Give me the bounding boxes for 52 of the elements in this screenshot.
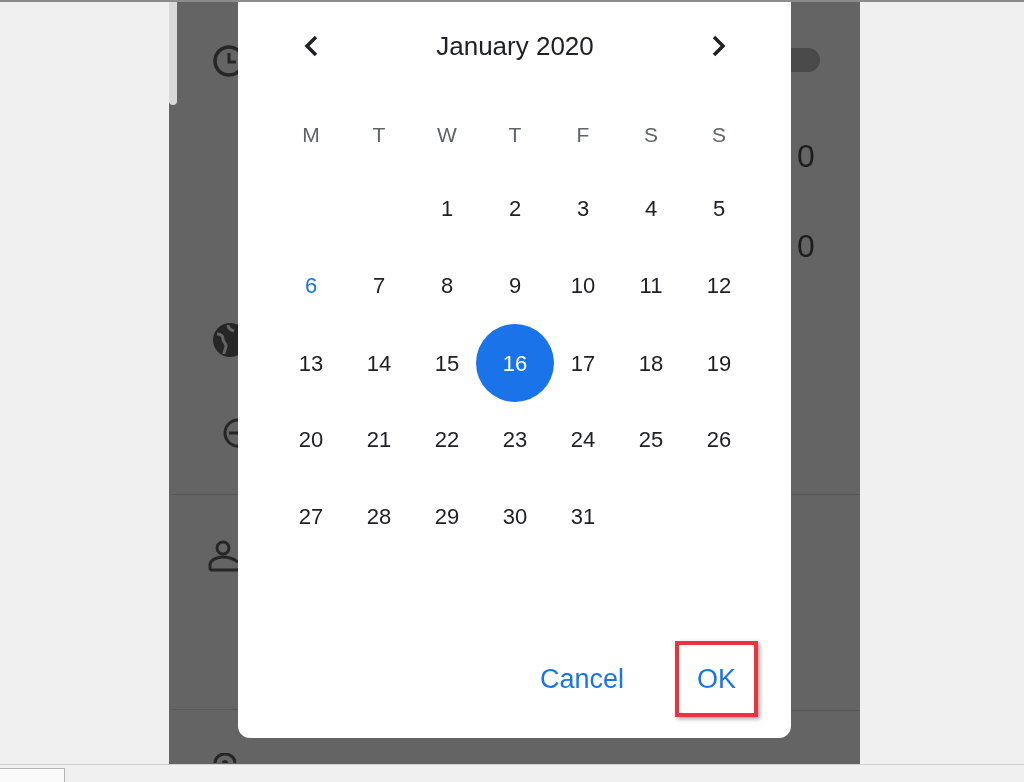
weekday-label: S [712, 122, 726, 149]
day-button[interactable]: 22 [419, 411, 475, 468]
day-button[interactable]: 27 [283, 488, 339, 545]
value-text: 0 [797, 140, 815, 172]
month-title: January 2020 [436, 30, 594, 61]
day-button[interactable]: 10 [555, 257, 611, 314]
day-button[interactable]: 26 [691, 411, 747, 468]
value-text: 0 [797, 230, 815, 262]
day-button[interactable]: 4 [623, 180, 679, 237]
switch-track[interactable] [791, 48, 820, 72]
selected-day[interactable]: 16 [476, 324, 554, 402]
scrollbar-thumb[interactable] [169, 2, 177, 105]
day-button[interactable]: 24 [555, 411, 611, 468]
person-icon [208, 538, 238, 572]
day-button[interactable]: 3 [555, 180, 611, 237]
day-button[interactable]: 29 [419, 488, 475, 545]
pin-icon [212, 753, 238, 763]
day-button[interactable]: 19 [691, 335, 747, 391]
day-button[interactable]: 7 [351, 257, 407, 314]
weekday-label: M [302, 122, 320, 149]
day-button[interactable]: 21 [351, 411, 407, 468]
weekday-label: T [508, 122, 522, 149]
weekday-label: T [372, 122, 386, 149]
day-button[interactable]: 13 [283, 335, 339, 391]
day-button[interactable]: 2 [487, 180, 543, 237]
chevron-right-icon [712, 35, 726, 57]
day-button[interactable]: 9 [487, 257, 543, 314]
day-button[interactable]: 14 [351, 335, 407, 391]
day-button[interactable]: 20 [283, 411, 339, 468]
day-button[interactable]: 11 [623, 257, 679, 314]
day-button[interactable]: 17 [555, 335, 611, 391]
day-button[interactable]: 15 [419, 335, 475, 391]
day-button[interactable]: 6 [283, 257, 339, 314]
clock-icon [212, 44, 238, 78]
day-button[interactable]: 1 [419, 180, 475, 237]
weekday-label: S [644, 122, 658, 149]
weekday-label: W [437, 122, 457, 149]
chevron-left-icon [304, 35, 318, 57]
dialog-button[interactable]: OK [675, 641, 758, 717]
globe-icon [212, 322, 238, 358]
day-button[interactable]: 31 [555, 488, 611, 545]
bottom-tab[interactable] [0, 768, 65, 782]
day-button[interactable]: 30 [487, 488, 543, 545]
day-button[interactable]: 12 [691, 257, 747, 314]
dialog-button[interactable]: Cancel [517, 641, 646, 717]
day-button[interactable]: 5 [691, 180, 747, 237]
weekday-label: F [576, 122, 590, 149]
day-button[interactable]: 25 [623, 411, 679, 468]
day-button[interactable]: 8 [419, 257, 475, 314]
day-button[interactable]: 18 [623, 335, 679, 391]
day-button[interactable]: 28 [351, 488, 407, 545]
day-button[interactable]: 23 [487, 411, 543, 468]
